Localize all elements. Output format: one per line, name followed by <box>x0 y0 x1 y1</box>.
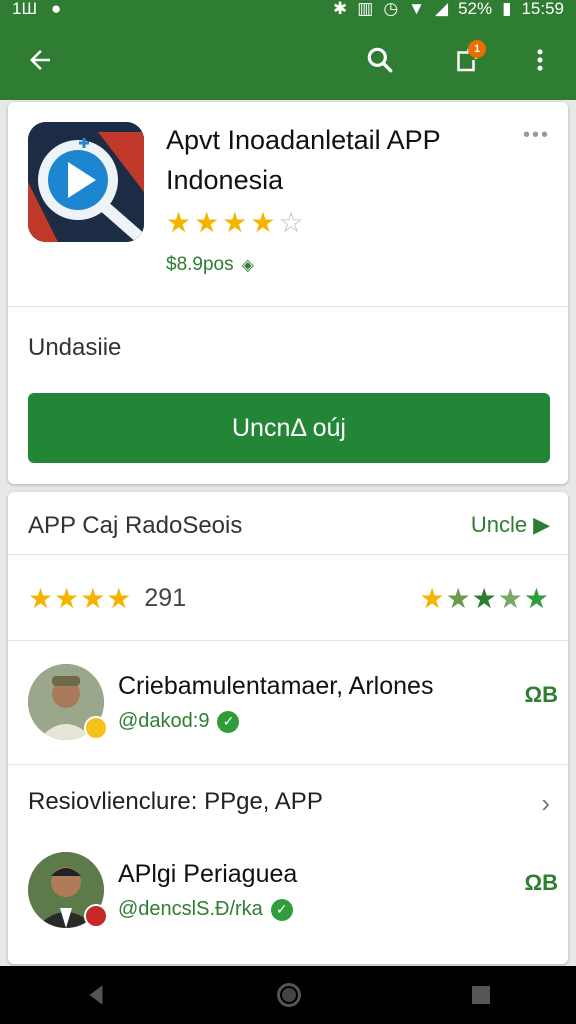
vibrate-icon: ▥ <box>357 0 374 18</box>
reviews-card: APP Caj RadoSeois Uncle ▶ ★★★★ 291 ★★★★★… <box>8 492 568 964</box>
verified-icon: ✓ <box>270 898 293 921</box>
review-item[interactable]: Criebamulentamaer, Arlones @dakod:9 ✓ ΩB <box>28 664 558 744</box>
divider <box>8 640 568 641</box>
chevron-right-icon[interactable]: › <box>541 788 550 819</box>
rating-count: 291 <box>144 584 187 612</box>
reviewer-handle-row: @dakod:9 ✓ <box>118 710 240 733</box>
reviewer-handle-row: @dencslS.Ð/rka ✓ <box>118 898 293 921</box>
notification-icon: ● <box>51 0 62 18</box>
more-options-icon[interactable]: ••• <box>523 124 550 147</box>
price-row: $8.9pos ◈ <box>166 254 254 276</box>
app-details-card: Apvt Inoadanletail APP Indonesia ••• ★ ★… <box>8 102 568 484</box>
app-icon <box>28 122 144 242</box>
reviews-more-label: Uncle <box>470 512 528 537</box>
reviewer-name: APlgi Periaguea <box>118 860 298 888</box>
status-left-text: 1Ш <box>12 0 38 18</box>
install-button[interactable]: UncnΔ oúj <box>28 393 550 463</box>
reviews-more-link[interactable]: Uncle ▶ <box>471 512 550 538</box>
tag-icon: ◈ <box>241 257 254 274</box>
star-empty-icon: ☆ <box>278 207 304 238</box>
reviewer-name: Criebamulentamaer, Arlones <box>118 672 434 700</box>
user-badge-icon <box>84 716 108 740</box>
back-button[interactable] <box>18 38 62 82</box>
overflow-menu-button[interactable] <box>518 38 562 82</box>
more-vert-icon <box>537 49 543 71</box>
clock: 15:59 <box>521 0 564 18</box>
nav-home-icon[interactable] <box>275 981 303 1009</box>
star-icon: ★ <box>222 207 248 238</box>
toolbar: 1 <box>0 30 576 90</box>
reviews-section-title: APP Caj RadoSeois <box>28 512 243 539</box>
nav-back-icon[interactable] <box>83 982 109 1008</box>
chevron-right-icon: ▶ <box>533 512 550 537</box>
search-icon <box>367 47 393 73</box>
battery-text: 52% <box>458 0 493 18</box>
reviewer-handle: @dencslS.Ð/rka <box>118 898 263 920</box>
wifi-icon: ▼ <box>408 0 425 18</box>
rating-stars: ★★★★ <box>28 583 133 614</box>
share-badge: 1 <box>468 40 486 58</box>
verified-icon: ✓ <box>217 710 240 733</box>
rating-summary: ★★★★ 291 <box>28 582 186 615</box>
reviewer-handle: @dakod:9 <box>118 710 210 732</box>
divider <box>8 306 568 307</box>
user-badge-icon <box>84 904 108 928</box>
review-tag: ΩB <box>524 870 558 895</box>
install-status-label: Undasiie <box>28 334 122 361</box>
share-button[interactable]: 1 <box>444 38 488 82</box>
star-icon: ★ <box>166 207 192 238</box>
divider <box>8 554 568 555</box>
app-bar: 1Ш ● ✱ ▥ ◷ ▼ ◢ 52% ▮ 15:59 1 <box>0 0 576 100</box>
app-price: $8.9pos <box>166 254 234 275</box>
star-icon: ★ <box>250 207 276 238</box>
app-title: Apvt Inoadanletail APP Indonesia <box>166 125 441 195</box>
review-item[interactable]: APlgi Periaguea @dencslS.Ð/rka ✓ ΩB <box>28 852 558 932</box>
battery-icon: ▮ <box>502 0 512 18</box>
search-button[interactable] <box>358 38 402 82</box>
signal-icon: ◢ <box>434 0 449 18</box>
review-tag: ΩB <box>524 682 558 707</box>
divider <box>8 764 568 765</box>
nav-recents-icon[interactable] <box>469 983 493 1007</box>
play-magnifier-icon <box>28 122 144 242</box>
sub-section-title: Resiovlienclure: PPge, APP <box>28 788 323 815</box>
alarm-icon: ◷ <box>383 0 399 18</box>
bluetooth-icon: ✱ <box>333 0 348 18</box>
system-nav-bar <box>0 966 576 1024</box>
star-icon: ★ <box>194 207 220 238</box>
app-rating-stars: ★ ★ ★ ★ ☆ <box>166 206 304 239</box>
arrow-left-icon <box>30 50 50 70</box>
status-bar: 1Ш ● ✱ ▥ ◷ ▼ ◢ 52% ▮ 15:59 <box>0 0 576 18</box>
rating-breakdown-stars: ★★★★★ <box>419 583 550 614</box>
